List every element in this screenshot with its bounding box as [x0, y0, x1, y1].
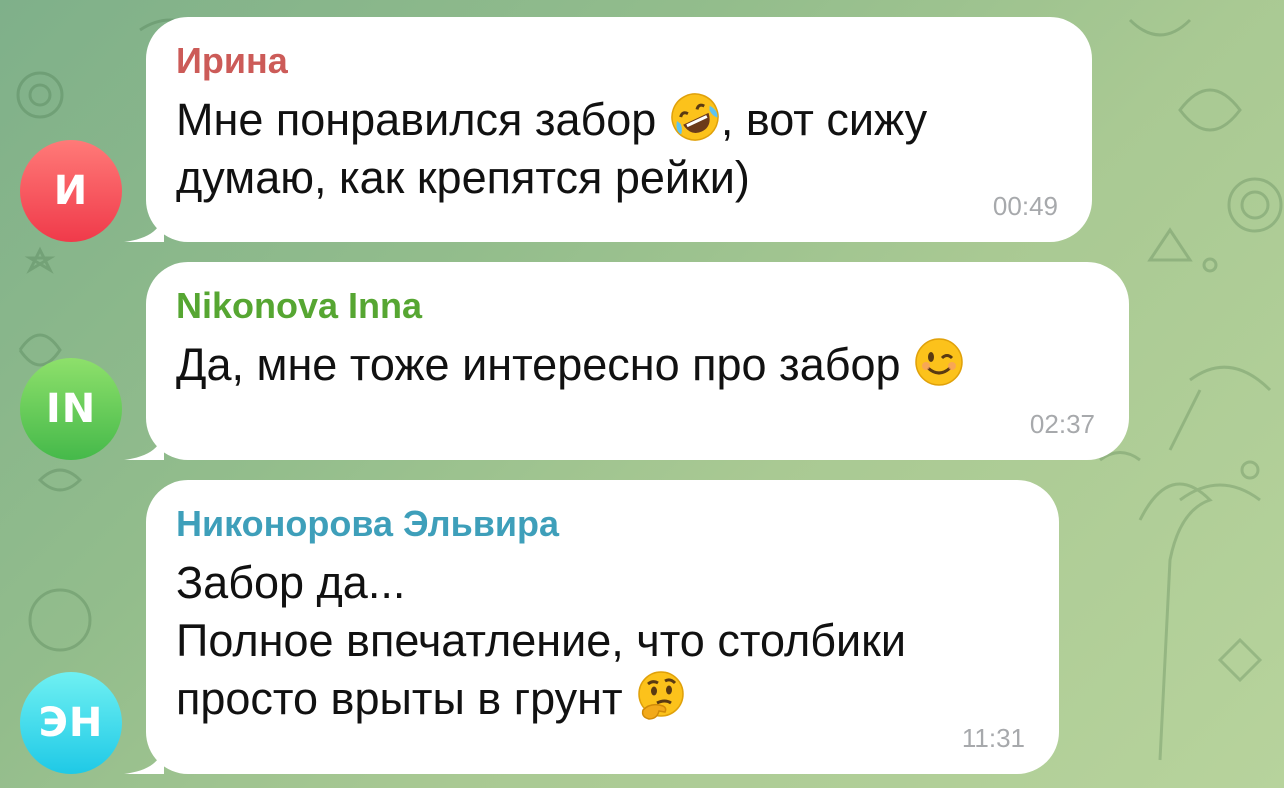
text-segment: Мне понравился забор — [176, 94, 669, 145]
message-bubble[interactable]: Nikonova Inna Да, мне тоже интересно про… — [124, 262, 1129, 460]
avatar-initials: И — [53, 168, 89, 214]
avatar[interactable]: И — [20, 140, 122, 242]
avatar-initials: ЭН — [38, 700, 104, 746]
bubble-tail — [124, 424, 164, 460]
bubble-tail — [124, 738, 164, 774]
message-line: думаю, как крепятся рейки) — [176, 152, 750, 203]
message-line: Полное впечатление, что столбики — [176, 615, 906, 666]
message-text: Мне понравился забор , вот сижу думаю, к… — [176, 91, 1058, 207]
message-line: Забор да... — [176, 557, 406, 608]
avatar[interactable]: ЭН — [20, 672, 122, 774]
message-line: просто врыты в грунт — [176, 670, 1025, 728]
thinking-face-emoji — [638, 671, 684, 720]
avatar-initials: IN — [45, 386, 97, 432]
sender-name[interactable]: Ирина — [176, 39, 1058, 83]
avatar[interactable]: IN — [20, 358, 122, 460]
text-segment: просто врыты в грунт — [176, 673, 636, 724]
message-bubble[interactable]: Никонорова Эльвира Забор да... Полное вп… — [124, 480, 1059, 774]
message-line: Мне понравился забор , вот сижу — [176, 91, 1058, 149]
message-time: 00:49 — [992, 191, 1058, 221]
message-line: Да, мне тоже интересно про забор — [176, 336, 1095, 394]
text-segment: , вот сижу — [720, 94, 928, 145]
bubble-tail — [124, 206, 164, 242]
text-segment: Да, мне тоже интересно про забор — [176, 339, 914, 390]
sender-name[interactable]: Nikonova Inna — [176, 284, 1095, 328]
sender-name[interactable]: Никонорова Эльвира — [176, 502, 1025, 546]
winking-face-emoji — [915, 338, 963, 386]
rolling-on-floor-laughing-emoji — [671, 93, 719, 141]
message-time: 11:31 — [961, 723, 1025, 753]
message-bubble[interactable]: Ирина Мне понравился забор , вот сижу ду… — [124, 17, 1092, 242]
message-text: Да, мне тоже интересно про забор — [176, 336, 1095, 394]
message-text: Забор да... Полное впечатление, что стол… — [176, 554, 1025, 728]
message-time: 02:37 — [1029, 409, 1095, 439]
